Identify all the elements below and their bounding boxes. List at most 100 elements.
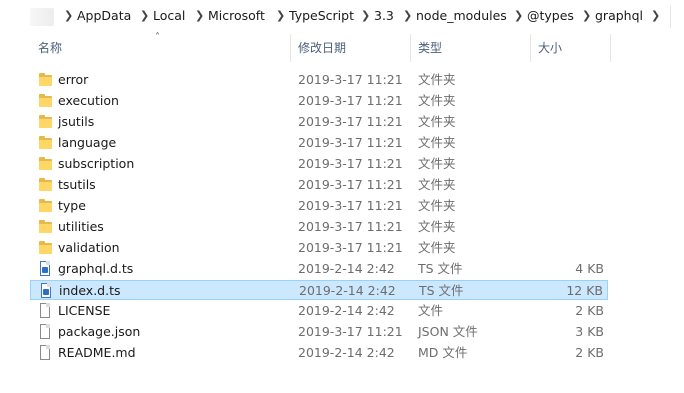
folder-icon [39,198,53,214]
file-type: JSON 文件 [418,324,478,339]
column-type-header[interactable]: 类型 [418,34,442,62]
file-name: LICENSE [58,303,111,318]
file-name: index.d.ts [59,283,121,298]
file-date: 2019-2-14 2:42 [298,345,395,360]
folder-icon [39,114,53,130]
column-header: 名称 ˄ 修改日期 类型 大小 [30,32,684,62]
file-size: 2 KB [575,345,604,360]
file-type: 文件夹 [418,93,456,108]
file-row[interactable]: jsutils 2019-3-17 11:21 文件夹 [30,112,608,132]
file-type: 文件 [418,303,444,318]
chevron-right-icon[interactable]: ❯ [195,0,204,32]
chevron-right-icon[interactable]: ❯ [276,0,285,32]
file-size: 12 KB [566,283,603,298]
file-type: 文件夹 [418,240,456,255]
file-date: 2019-3-17 11:21 [298,72,403,87]
file-name: package.json [58,324,141,339]
column-size-header[interactable]: 大小 [538,34,562,62]
sort-ascending-icon: ˄ [155,32,160,43]
file-date: 2019-3-17 11:21 [298,324,403,339]
file-name: type [58,198,86,213]
address-bar-divider [670,6,671,28]
folder-icon [39,72,53,88]
file-type: 文件夹 [418,135,456,150]
file-name: language [58,135,117,150]
location-icon [30,8,54,26]
file-row[interactable]: LICENSE 2019-2-14 2:42 文件 2 KB [30,301,608,321]
file-name: utilities [58,219,104,234]
chevron-right-icon[interactable]: ❯ [582,0,591,32]
file-date: 2019-2-14 2:42 [298,261,395,276]
folder-icon [39,177,53,193]
file-date: 2019-3-17 11:21 [298,114,403,129]
breadcrumb-item[interactable]: graphql [595,0,643,32]
breadcrumb-item[interactable]: AppData [77,0,131,32]
file-name: subscription [58,156,135,171]
column-divider[interactable] [290,34,291,62]
file-row[interactable]: package.json 2019-3-17 11:21 JSON 文件 3 KB [30,322,608,342]
file-type: 文件夹 [418,219,456,234]
file-date: 2019-2-14 2:42 [298,303,395,318]
file-row[interactable]: error 2019-3-17 11:21 文件夹 [30,70,608,90]
file-name: tsutils [58,177,96,192]
file-type: 文件夹 [418,198,456,213]
file-date: 2019-3-17 11:21 [298,156,403,171]
file-row[interactable]: type 2019-3-17 11:21 文件夹 [30,196,608,216]
file-row[interactable]: graphql.d.ts 2019-2-14 2:42 TS 文件 4 KB [30,259,608,279]
chevron-right-icon[interactable]: ❯ [403,0,412,32]
file-row[interactable]: subscription 2019-3-17 11:21 文件夹 [30,154,608,174]
file-name: validation [58,240,120,255]
breadcrumb-item[interactable]: TypeScript [289,0,354,32]
ts-file-icon [40,283,54,299]
breadcrumb-item[interactable]: 3.3 [374,0,394,32]
file-name: execution [58,93,119,108]
file-name: jsutils [58,114,95,129]
file-type: TS 文件 [418,261,463,276]
column-divider[interactable] [530,34,531,62]
file-row[interactable]: validation 2019-3-17 11:21 文件夹 [30,238,608,258]
folder-icon [39,93,53,109]
file-date: 2019-3-17 11:21 [298,93,403,108]
file-date: 2019-3-17 11:21 [298,177,403,192]
folder-icon [39,219,53,235]
folder-icon [39,240,53,256]
breadcrumb-item[interactable]: Local [153,0,185,32]
file-type: 文件夹 [418,156,456,171]
file-name: error [58,72,89,87]
file-row[interactable]: utilities 2019-3-17 11:21 文件夹 [30,217,608,237]
chevron-right-icon[interactable]: ❯ [651,0,660,32]
file-name: README.md [58,345,136,360]
navigation-pane-edge [0,32,22,393]
chevron-right-icon[interactable]: ❯ [514,0,523,32]
chevron-right-icon[interactable]: ❯ [64,0,73,32]
file-row[interactable]: tsutils 2019-3-17 11:21 文件夹 [30,175,608,195]
file-type: MD 文件 [418,345,468,360]
file-icon [39,345,53,361]
column-date-header[interactable]: 修改日期 [298,34,346,62]
file-date: 2019-3-17 11:21 [298,240,403,255]
file-size: 2 KB [575,303,604,318]
file-type: 文件夹 [418,114,456,129]
file-row[interactable]: language 2019-3-17 11:21 文件夹 [30,133,608,153]
file-row[interactable]: README.md 2019-2-14 2:42 MD 文件 2 KB [30,343,608,363]
file-type: TS 文件 [419,283,464,298]
breadcrumb-item[interactable]: @types [527,0,574,32]
column-divider[interactable] [610,34,611,62]
column-divider[interactable] [410,34,411,62]
file-date: 2019-3-17 11:21 [298,135,403,150]
file-date: 2019-3-17 11:21 [298,198,403,213]
file-row[interactable]: index.d.ts 2019-2-14 2:42 TS 文件 12 KB [30,280,608,300]
file-type: 文件夹 [418,177,456,192]
file-row[interactable]: execution 2019-3-17 11:21 文件夹 [30,91,608,111]
address-bar[interactable]: ❯ AppData ❯ Local ❯ Microsoft ❯ TypeScri… [0,0,684,32]
breadcrumb-item[interactable]: Microsoft [208,0,265,32]
file-size: 3 KB [575,324,604,339]
folder-icon [39,135,53,151]
file-date: 2019-2-14 2:42 [299,283,396,298]
column-name-header[interactable]: 名称 [38,34,62,62]
file-name: graphql.d.ts [58,261,134,276]
breadcrumb-item[interactable]: node_modules [416,0,507,32]
file-type: 文件夹 [418,72,456,87]
chevron-right-icon[interactable]: ❯ [361,0,370,32]
chevron-right-icon[interactable]: ❯ [140,0,149,32]
